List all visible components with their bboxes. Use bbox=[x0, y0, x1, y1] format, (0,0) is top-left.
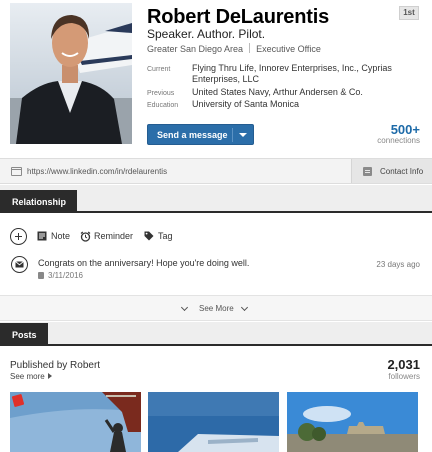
contact-info-button[interactable]: Contact Info bbox=[351, 159, 432, 183]
calendar-icon bbox=[38, 272, 44, 279]
profile-url[interactable]: https://www.linkedin.com/in/rdelaurentis bbox=[27, 167, 167, 176]
location-industry: Greater San Diego Area Executive Office bbox=[147, 43, 321, 54]
note-label: Note bbox=[51, 231, 71, 241]
see-more-posts-link[interactable]: See more bbox=[10, 372, 52, 381]
education-label: Education bbox=[147, 102, 179, 109]
tag-icon bbox=[144, 231, 154, 241]
profile-name: Robert DeLaurentis bbox=[147, 6, 329, 28]
post-thumbnail[interactable] bbox=[148, 392, 279, 452]
section-rule bbox=[0, 344, 432, 346]
activity-time-ago: 23 days ago bbox=[376, 260, 420, 269]
note-icon bbox=[37, 231, 47, 241]
current-value[interactable]: Flying Thru Life, Innorev Enterprises, I… bbox=[192, 63, 424, 85]
tab-posts[interactable]: Posts bbox=[0, 323, 48, 346]
followers-count: 2,031 bbox=[387, 357, 420, 372]
post-thumbnail[interactable] bbox=[10, 392, 141, 452]
note-button[interactable]: Note bbox=[37, 231, 73, 243]
previous-value[interactable]: United States Navy, Arthur Andersen & Co… bbox=[192, 87, 424, 98]
see-more-posts-label: See more bbox=[10, 372, 45, 381]
current-label: Current bbox=[147, 66, 171, 73]
section-gap bbox=[0, 322, 432, 344]
industry[interactable]: Executive Office bbox=[256, 44, 321, 54]
profile-headline: Speaker. Author. Pilot. bbox=[147, 27, 266, 41]
public-profile-url-bar: https://www.linkedin.com/in/rdelaurentis… bbox=[0, 158, 432, 184]
send-message-label: Send a message bbox=[157, 130, 228, 140]
connections-label: connections bbox=[377, 136, 420, 145]
chevron-down-icon bbox=[240, 303, 249, 312]
alarm-clock-icon bbox=[80, 231, 91, 242]
tab-relationship[interactable]: Relationship bbox=[0, 190, 77, 213]
tag-label: Tag bbox=[158, 231, 173, 241]
chevron-down-icon bbox=[180, 303, 189, 312]
followers-label: followers bbox=[388, 372, 420, 381]
reminder-label: Reminder bbox=[94, 231, 134, 241]
see-more-button[interactable]: See More bbox=[0, 295, 432, 321]
reminder-button[interactable]: Reminder bbox=[80, 231, 146, 243]
post-thumbnail[interactable] bbox=[287, 392, 418, 452]
see-more-label: See More bbox=[199, 304, 234, 313]
tag-button[interactable]: Tag bbox=[144, 231, 184, 243]
caret-down-icon[interactable] bbox=[239, 133, 247, 137]
button-divider bbox=[232, 128, 233, 142]
connections-count[interactable]: 500+ bbox=[391, 122, 420, 137]
location[interactable]: Greater San Diego Area bbox=[147, 44, 243, 54]
published-by: Published by Robert bbox=[10, 360, 101, 371]
caret-right-icon bbox=[47, 373, 52, 379]
add-icon[interactable] bbox=[10, 228, 27, 245]
separator bbox=[249, 43, 251, 53]
message-icon bbox=[11, 256, 28, 273]
contact-card-icon bbox=[363, 167, 372, 176]
activity-message: Congrats on the anniversary! Hope you're… bbox=[38, 258, 250, 268]
connection-degree-badge: 1st bbox=[399, 6, 419, 20]
activity-date: 3/11/2016 bbox=[38, 271, 83, 280]
profile-photo[interactable] bbox=[10, 3, 132, 144]
relationship-actions: Note Reminder Tag bbox=[10, 227, 430, 245]
send-message-button[interactable]: Send a message bbox=[147, 124, 254, 145]
contact-info-label: Contact Info bbox=[380, 167, 424, 176]
external-link-icon bbox=[11, 167, 22, 176]
previous-label: Previous bbox=[147, 90, 175, 97]
activity-date-value: 3/11/2016 bbox=[48, 271, 83, 280]
education-value[interactable]: University of Santa Monica bbox=[192, 99, 424, 110]
